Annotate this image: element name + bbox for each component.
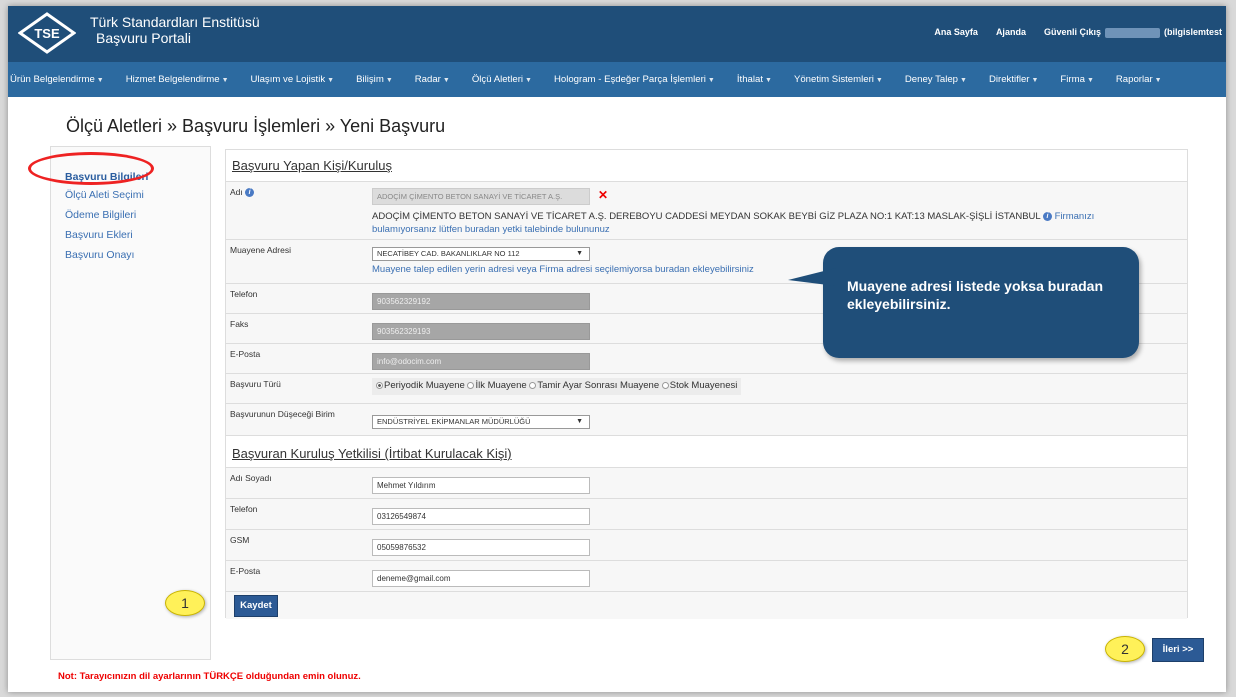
sidebar-item-olcu-aleti-secimi[interactable]: Ölçü Aleti Seçimi <box>65 189 144 201</box>
callout-pointer <box>788 268 836 286</box>
ad-soyad-label: Adı Soyadı <box>230 473 272 483</box>
row-gsm: GSM 05059876532 <box>226 529 1187 560</box>
clear-icon[interactable]: ✕ <box>598 188 608 202</box>
birim-label: Başvurunun Düşeceği Birim <box>230 409 335 419</box>
eposta-2-label: E-Posta <box>230 566 261 576</box>
firm-auth-link-2[interactable]: bulamıyorsanız lütfen buradan yetki tale… <box>372 224 610 235</box>
adi-label: Adı i <box>230 187 255 198</box>
language-note: Not: Tarayıcınızın dil ayarlarının TÜRKÇ… <box>58 671 361 682</box>
next-button[interactable]: İleri >> <box>1152 638 1204 662</box>
step-marker-2: 2 <box>1105 636 1145 662</box>
nav-direktifler[interactable]: Direktifler ▼ <box>989 74 1049 85</box>
add-address-link[interactable]: Muayene talep edilen yerin adresi veya F… <box>372 264 754 275</box>
dropdown-arrow-icon: ▼ <box>576 418 583 425</box>
page-title: Ölçü Aletleri » Başvuru İşlemleri » Yeni… <box>66 116 446 136</box>
logo-text: TSE <box>34 26 60 41</box>
top-header: TSE Türk Standardları Enstitüsü Başvuru … <box>8 6 1226 62</box>
radio-stok[interactable]: Stok Muayenesi <box>661 380 737 391</box>
muayene-adresi-select[interactable]: NECATİBEY CAD. BAKANLIKLAR NO 112 ▼ <box>372 247 590 261</box>
row-basvuru-turu: Başvuru Türü Periyodik Muayene İlk Muaye… <box>226 373 1187 403</box>
radio-ilk[interactable]: İlk Muayene <box>467 380 527 391</box>
sidebar-item-basvuru-ekleri[interactable]: Başvuru Ekleri <box>65 229 133 241</box>
top-links: Ana Sayfa Ajanda Güvenli Çıkış (bilgislem… <box>934 27 1222 38</box>
brand-subtitle: Başvuru Portali <box>96 30 191 46</box>
info-icon[interactable]: i <box>245 188 255 198</box>
adi-input[interactable]: ADOÇİM ÇİMENTO BETON SANAYİ VE TİCARET A… <box>372 188 590 205</box>
logout-link[interactable]: Güvenli Çıkış (bilgislemtest <box>1044 27 1222 38</box>
nav-deney-talep[interactable]: Deney Talep ▼ <box>905 74 978 85</box>
home-link[interactable]: Ana Sayfa <box>934 27 978 38</box>
sidebar-item-basvuru-onayi[interactable]: Başvuru Onayı <box>65 249 134 261</box>
faks-label: Faks <box>230 319 249 329</box>
eposta-input[interactable]: info@odocim.com <box>372 353 590 370</box>
muayene-label: Muayene Adresi <box>230 245 291 255</box>
sidebar: Başvuru Bilgileri Ölçü Aleti Seçimi Ödem… <box>50 146 211 660</box>
radio-tamir-ayar[interactable]: Tamir Ayar Sonrası Muayene <box>529 380 659 391</box>
row-birim: Başvurunun Düşeceği Birim ENDÜSTRİYEL EK… <box>226 403 1187 435</box>
telefon-2-label: Telefon <box>230 504 258 514</box>
radio-periyodik[interactable]: Periyodik Muayene <box>376 380 465 391</box>
gsm-label: GSM <box>230 535 250 545</box>
telefon-label: Telefon <box>230 289 258 299</box>
nav-hizmet-belgelendirme[interactable]: Hizmet Belgelendirme ▼ <box>126 74 240 85</box>
basvuru-turu-label: Başvuru Türü <box>230 379 281 389</box>
nav-yonetim-sistemleri[interactable]: Yönetim Sistemleri ▼ <box>794 74 894 85</box>
callout-tooltip: Muayene adresi listede yoksa buradan ekl… <box>823 247 1139 358</box>
basvuru-turu-radios: Periyodik Muayene İlk Muayene Tamir Ayar… <box>372 378 742 395</box>
nav-ithalat[interactable]: İthalat ▼ <box>737 74 783 85</box>
eposta-label: E-Posta <box>230 349 261 359</box>
row-adi: Adı i ADOÇİM ÇİMENTO BETON SANAYİ VE TİC… <box>226 181 1187 239</box>
faks-input[interactable]: 903562329193 <box>372 323 590 340</box>
step-marker-1: 1 <box>165 590 205 616</box>
dropdown-arrow-icon: ▼ <box>576 250 583 257</box>
telefon-input[interactable]: 903562329192 <box>372 293 590 310</box>
nav-olcu-aletleri[interactable]: Ölçü Aletleri ▼ <box>472 74 543 85</box>
row-save: Kaydet <box>226 591 1187 619</box>
nav-firma[interactable]: Firma ▼ <box>1060 74 1104 85</box>
telefon-2-input[interactable]: 03126549874 <box>372 508 590 525</box>
info-icon[interactable]: i <box>1043 211 1052 221</box>
agenda-link[interactable]: Ajanda <box>996 27 1026 38</box>
browser-frame: TSE Türk Standardları Enstitüsü Başvuru … <box>8 6 1226 692</box>
row-telefon-2: Telefon 03126549874 <box>226 498 1187 529</box>
company-address: ADOÇİM ÇİMENTO BETON SANAYİ VE TİCARET A… <box>372 211 1095 235</box>
firm-auth-link-1[interactable]: Firmanızı <box>1055 211 1095 222</box>
ad-soyad-input[interactable]: Mehmet Yıldırım <box>372 477 590 494</box>
gsm-input[interactable]: 05059876532 <box>372 539 590 556</box>
nav-radar[interactable]: Radar ▼ <box>415 74 461 85</box>
section-applicant-header: Başvuru Yapan Kişi/Kuruluş <box>226 150 1187 181</box>
nav-urun-belgelendirme[interactable]: Ürün Belgelendirme ▼ <box>10 74 115 85</box>
nav-ulasim-lojistik[interactable]: Ulaşım ve Lojistik ▼ <box>251 74 346 85</box>
nav-hologram[interactable]: Hologram - Eşdeğer Parça İşlemleri ▼ <box>554 74 726 85</box>
main-nav: Ürün Belgelendirme ▼ Hizmet Belgelendirme… <box>8 62 1226 97</box>
blurred-username <box>1104 27 1160 38</box>
tse-logo[interactable]: TSE <box>18 12 76 54</box>
application-form: Başvuru Yapan Kişi/Kuruluş Adı i ADOÇİM … <box>225 149 1188 619</box>
sidebar-item-odeme-bilgileri[interactable]: Ödeme Bilgileri <box>65 209 136 221</box>
brand-title: Türk Standardları Enstitüsü <box>90 14 260 30</box>
nav-bilisim[interactable]: Bilişim ▼ <box>356 74 404 85</box>
eposta-2-input[interactable]: deneme@gmail.com <box>372 570 590 587</box>
row-ad-soyad: Adı Soyadı Mehmet Yıldırım <box>226 467 1187 498</box>
birim-select[interactable]: ENDÜSTRİYEL EKİPMANLAR MÜDÜRLÜĞÜ ▼ <box>372 415 590 429</box>
highlight-ellipse <box>28 152 154 185</box>
save-button[interactable]: Kaydet <box>234 595 278 617</box>
nav-raporlar[interactable]: Raporlar ▼ <box>1116 74 1173 85</box>
section-contact-header: Başvuran Kuruluş Yetkilisi (İrtibat Kuru… <box>226 435 1187 467</box>
row-eposta-2: E-Posta deneme@gmail.com <box>226 560 1187 591</box>
